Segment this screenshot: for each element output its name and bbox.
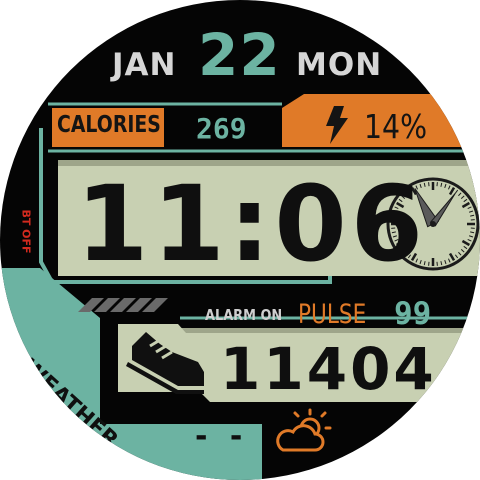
bluetooth-status: BT OFF [19,209,33,254]
date-day: 22 [198,21,281,89]
pulse-label: PULSE [298,299,367,330]
date-month: JAN [112,47,177,83]
date-weekday: MON [296,47,383,83]
partly-cloudy-icon[interactable] [276,408,332,452]
pulse-value: 99 [394,296,432,332]
weather-temperature: - - [195,419,249,454]
watch-face-screen: JAN 22 MON CALORIES 269 14% 11:06 BT OFF… [0,0,480,480]
calories-value: 269 [196,112,247,145]
stripes-decoration [78,298,168,312]
calories-label: CALORIES [57,112,161,138]
alarm-status: ALARM ON [205,306,283,324]
steps-value: 11404 [220,335,437,403]
watch-dial: JAN 22 MON CALORIES 269 14% 11:06 BT OFF… [0,0,480,480]
battery-value: 14% [364,107,428,146]
digital-time: 11:06 [76,163,428,285]
